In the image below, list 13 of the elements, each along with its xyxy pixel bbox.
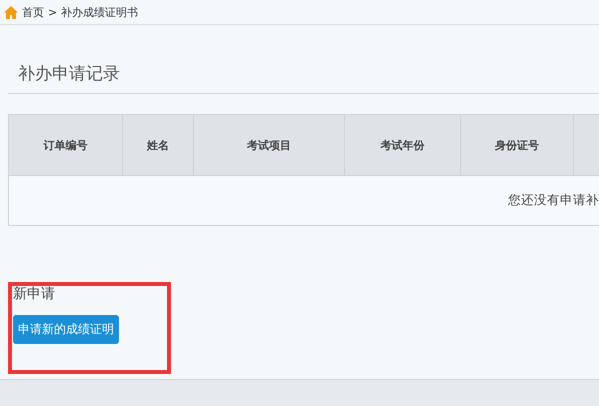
column-header: 考试年份 <box>344 114 460 176</box>
empty-message: 您还没有申请补 <box>508 192 599 207</box>
home-icon[interactable] <box>4 6 18 18</box>
new-certificate-button[interactable]: 申请新的成绩证明 <box>13 315 119 344</box>
breadcrumb-current: 补办成绩证明书 <box>61 4 138 20</box>
column-header: 考试项目 <box>194 114 344 176</box>
section-title: 补办申请记录 <box>18 63 121 86</box>
column-header: 姓名 <box>122 114 194 176</box>
section-title: 新申请 <box>13 285 56 304</box>
column-header: 订单编号 <box>8 114 122 176</box>
breadcrumb-separator: > <box>48 6 58 18</box>
column-header: 身份证号 <box>460 114 574 176</box>
breadcrumb-link[interactable]: 首页 <box>22 4 44 20</box>
